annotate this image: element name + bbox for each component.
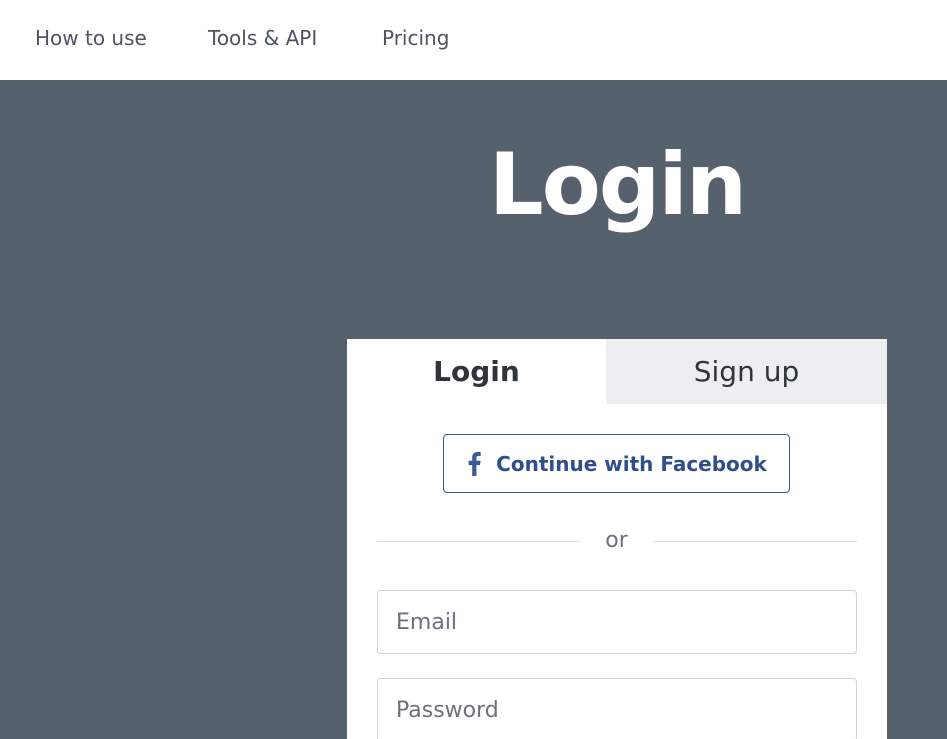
or-divider: or <box>377 529 857 553</box>
page-title: Login <box>488 135 747 235</box>
top-nav: How to use Tools & API Pricing <box>0 0 947 80</box>
tab-login[interactable]: Login <box>347 339 606 404</box>
email-field[interactable] <box>377 590 857 654</box>
nav-link-tools-api[interactable]: Tools & API <box>208 26 317 50</box>
divider-line-right <box>653 541 857 542</box>
nav-link-pricing[interactable]: Pricing <box>382 26 449 50</box>
tab-sign-up[interactable]: Sign up <box>606 339 887 404</box>
facebook-button-label: Continue with Facebook <box>496 451 767 476</box>
password-field[interactable] <box>377 678 857 739</box>
auth-tabs: Login Sign up <box>347 339 887 404</box>
continue-with-facebook-button[interactable]: Continue with Facebook <box>443 434 790 493</box>
facebook-icon <box>468 451 481 476</box>
nav-link-how-to-use[interactable]: How to use <box>35 26 147 50</box>
auth-card: Login Sign up Continue with Facebook or <box>347 339 887 739</box>
divider-text: or <box>605 528 628 553</box>
divider-line-left <box>377 541 580 542</box>
